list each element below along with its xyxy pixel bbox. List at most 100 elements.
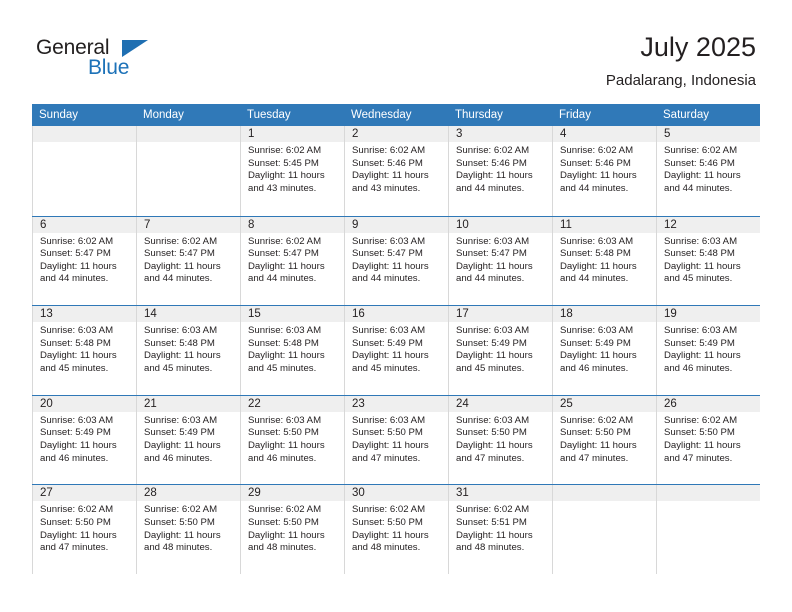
calendar-day-cell[interactable]: 6 Sunrise: 6:02 AM Sunset: 5:47 PM Daylight… [32,216,136,306]
day-info: Sunrise: 6:03 AM Sunset: 5:47 PM Daylight:… [352,236,442,286]
sunrise-text: Sunrise: 6:02 AM [560,145,634,156]
daylight-text: Daylight: 11 hours and 46 minutes. [664,350,741,374]
daylight-text: Daylight: 11 hours and 48 minutes. [456,529,533,554]
sunset-text: Sunset: 5:49 PM [352,337,423,349]
brand-logo[interactable]: General Blue [36,36,156,84]
day-number: 4 [560,128,567,140]
calendar-day-cell[interactable]: 9 Sunrise: 6:03 AM Sunset: 5:47 PM Daylight… [344,216,448,306]
sunrise-text: Sunrise: 6:03 AM [560,325,634,337]
calendar-day-cell[interactable]: 23 Sunrise: 6:03 AM Sunset: 5:50 PM Dayligh… [344,395,448,485]
sunset-text: Sunset: 5:47 PM [248,248,319,260]
sunset-text: Sunset: 5:50 PM [352,427,423,439]
calendar-cell-empty [552,485,656,574]
daylight-text: Daylight: 11 hours and 44 minutes. [40,260,117,285]
calendar-day-cell[interactable]: 18 Sunrise: 6:03 AM Sunset: 5:49 PM Dayligh… [552,306,656,395]
calendar-day-cell[interactable]: 1 Sunrise: 6:02 AM Sunset: 5:45 PM Daylight… [240,126,344,216]
day-number: 15 [248,308,261,321]
sunset-text: Sunset: 5:50 PM [144,516,215,528]
sunrise-text: Sunrise: 6:03 AM [456,414,530,426]
calendar-day-cell[interactable]: 14 Sunrise: 6:03 AM Sunset: 5:48 PM Dayligh… [136,306,240,395]
calendar-day-cell[interactable]: 17 Sunrise: 6:03 AM Sunset: 5:49 PM Dayligh… [448,306,552,395]
sunset-text: Sunset: 5:46 PM [664,157,735,169]
day-info: Sunrise: 6:03 AM Sunset: 5:49 PM Daylight:… [352,325,442,375]
sunset-text: Sunset: 5:50 PM [40,516,111,528]
calendar-day-cell[interactable]: 12 Sunrise: 6:03 AM Sunset: 5:48 PM Dayligh… [656,216,760,306]
calendar-day-cell[interactable]: 5 Sunrise: 6:02 AM Sunset: 5:46 PM Daylight… [656,126,760,216]
day-number: 19 [664,308,677,321]
daylight-text: Daylight: 11 hours and 46 minutes. [144,439,221,464]
sunrise-text: Sunrise: 6:03 AM [456,325,530,337]
calendar-day-cell[interactable]: 19 Sunrise: 6:03 AM Sunset: 5:49 PM Dayligh… [656,306,760,395]
calendar-day-cell[interactable]: 7 Sunrise: 6:02 AM Sunset: 5:47 PM Daylight… [136,216,240,306]
daylight-text: Daylight: 11 hours and 44 minutes. [456,260,533,285]
daylight-text: Daylight: 11 hours and 47 minutes. [664,439,741,464]
daylight-text: Daylight: 11 hours and 43 minutes. [248,170,325,194]
calendar-day-cell[interactable]: 16 Sunrise: 6:03 AM Sunset: 5:49 PM Dayligh… [344,306,448,395]
dow-thursday: Thursday [455,109,503,121]
page-title: July 2025 [640,32,756,62]
page-subtitle: Padalarang, Indonesia [605,72,756,89]
day-info: Sunrise: 6:02 AM Sunset: 5:50 PM Daylight:… [352,504,442,554]
day-number [144,126,234,142]
calendar-day-cell[interactable]: 29 Sunrise: 6:02 AM Sunset: 5:50 PM Dayligh… [240,485,344,574]
calendar-day-cell[interactable]: 8 Sunrise: 6:02 AM Sunset: 5:47 PM Daylight… [240,216,344,306]
day-number: 18 [560,308,573,321]
calendar-day-cell[interactable]: 4 Sunrise: 6:02 AM Sunset: 5:46 PM Daylight… [552,126,656,216]
sunset-text: Sunset: 5:47 PM [456,248,527,260]
day-info: Sunrise: 6:02 AM Sunset: 5:46 PM Daylight:… [664,145,754,195]
day-number: 21 [144,397,157,410]
sunrise-text: Sunrise: 6:03 AM [456,235,530,247]
daylight-text: Daylight: 11 hours and 44 minutes. [248,260,325,285]
calendar-day-cell[interactable]: 20 Sunrise: 6:03 AM Sunset: 5:49 PM Dayligh… [32,395,136,485]
dow-wednesday: Wednesday [351,109,412,121]
day-info: Sunrise: 6:02 AM Sunset: 5:50 PM Daylight:… [144,504,234,554]
day-number [560,485,650,501]
calendar-day-cell[interactable]: 30 Sunrise: 6:02 AM Sunset: 5:50 PM Dayligh… [344,485,448,574]
day-number: 10 [456,218,469,231]
calendar-day-cell[interactable]: 22 Sunrise: 6:03 AM Sunset: 5:50 PM Dayligh… [240,395,344,485]
day-number: 17 [456,308,469,321]
sunrise-text: Sunrise: 6:02 AM [40,235,114,247]
sunrise-text: Sunrise: 6:03 AM [352,414,426,426]
calendar-day-cell[interactable]: 11 Sunrise: 6:03 AM Sunset: 5:48 PM Dayligh… [552,216,656,306]
day-info: Sunrise: 6:03 AM Sunset: 5:49 PM Daylight:… [144,415,234,465]
day-info: Sunrise: 6:03 AM Sunset: 5:50 PM Daylight:… [456,415,546,465]
calendar-day-cell[interactable]: 26 Sunrise: 6:02 AM Sunset: 5:50 PM Dayligh… [656,395,760,485]
daylight-text: Daylight: 11 hours and 48 minutes. [248,529,325,554]
day-number: 20 [40,397,53,410]
calendar-day-cell[interactable]: 2 Sunrise: 6:02 AM Sunset: 5:46 PM Daylight… [344,126,448,216]
daylight-text: Daylight: 11 hours and 44 minutes. [560,170,637,194]
daylight-text: Daylight: 11 hours and 43 minutes. [352,170,429,194]
daylight-text: Daylight: 11 hours and 45 minutes. [144,350,221,374]
calendar-day-cell[interactable]: 21 Sunrise: 6:03 AM Sunset: 5:49 PM Dayligh… [136,395,240,485]
day-number: 12 [664,218,677,231]
calendar-week-row: 6 Sunrise: 6:02 AM Sunset: 5:47 PM Daylight… [32,215,760,306]
sunset-text: Sunset: 5:48 PM [664,248,735,260]
calendar-day-cell[interactable]: 31 Sunrise: 6:02 AM Sunset: 5:51 PM Dayligh… [448,485,552,574]
sunrise-text: Sunrise: 6:02 AM [456,504,530,516]
day-info: Sunrise: 6:03 AM Sunset: 5:48 PM Daylight:… [560,236,650,286]
day-info: Sunrise: 6:02 AM Sunset: 5:51 PM Daylight:… [456,504,546,554]
day-number: 9 [352,218,359,231]
calendar-day-cell[interactable]: 13 Sunrise: 6:03 AM Sunset: 5:48 PM Dayligh… [32,306,136,395]
calendar-day-cell[interactable]: 3 Sunrise: 6:02 AM Sunset: 5:46 PM Daylight… [448,126,552,216]
day-info: Sunrise: 6:03 AM Sunset: 5:50 PM Daylight:… [352,415,442,465]
daylight-text: Daylight: 11 hours and 45 minutes. [248,350,325,374]
day-number: 31 [456,487,469,500]
day-number: 24 [456,397,469,410]
day-info: Sunrise: 6:02 AM Sunset: 5:50 PM Daylight:… [40,504,130,554]
sunset-text: Sunset: 5:46 PM [456,157,527,169]
calendar-day-cell[interactable]: 27 Sunrise: 6:02 AM Sunset: 5:50 PM Dayligh… [32,485,136,574]
calendar-day-cell[interactable]: 25 Sunrise: 6:02 AM Sunset: 5:50 PM Dayligh… [552,395,656,485]
triangle-logo-icon [122,40,148,57]
day-number: 22 [248,397,261,410]
daylight-text: Daylight: 11 hours and 44 minutes. [456,170,533,194]
day-number: 14 [144,308,157,321]
daylight-text: Daylight: 11 hours and 46 minutes. [248,439,325,464]
sunset-text: Sunset: 5:50 PM [456,427,527,439]
calendar-day-cell[interactable]: 10 Sunrise: 6:03 AM Sunset: 5:47 PM Dayligh… [448,216,552,306]
calendar-day-cell[interactable]: 15 Sunrise: 6:03 AM Sunset: 5:48 PM Dayligh… [240,306,344,395]
calendar-day-cell[interactable]: 24 Sunrise: 6:03 AM Sunset: 5:50 PM Dayligh… [448,395,552,485]
calendar-day-cell[interactable]: 28 Sunrise: 6:02 AM Sunset: 5:50 PM Dayligh… [136,485,240,574]
sunrise-text: Sunrise: 6:03 AM [352,235,426,247]
